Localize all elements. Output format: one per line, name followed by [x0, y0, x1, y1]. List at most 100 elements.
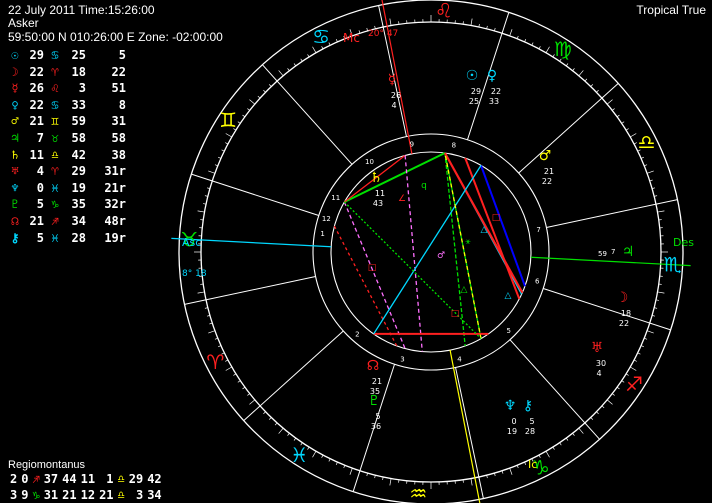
asc-position: 8° 18 [182, 269, 207, 279]
sign-boundary [243, 330, 344, 421]
degree-tick [237, 121, 241, 124]
wheel-neptune-icon: ♆ [504, 398, 517, 414]
house-number: 11 [331, 194, 340, 202]
house-number: 8 [452, 141, 456, 149]
aspect-line [404, 155, 423, 352]
ic-label: Ic [528, 458, 537, 471]
degree-tick [630, 133, 637, 138]
wheel-degree: 22 [491, 87, 501, 96]
degree-tick [649, 179, 653, 182]
house-number: 12 [322, 215, 331, 223]
wheel-degree: 18 [621, 309, 631, 318]
degree-tick [293, 437, 297, 441]
des-label: Des [673, 236, 694, 249]
wheel-moon-icon: ☽ [616, 290, 629, 306]
degree-tick [247, 108, 250, 111]
degree-tick [470, 478, 473, 486]
degree-tick [590, 84, 594, 87]
sign-boundary [262, 64, 353, 165]
house-number: 1 [320, 230, 324, 238]
degree-tick [633, 359, 637, 362]
wheel-minute: 22 [542, 177, 552, 186]
degree-tick [208, 170, 215, 174]
degree-tick [197, 291, 205, 294]
wheel-degree: 0 [511, 417, 516, 426]
wheel-degree: 30 [596, 359, 606, 368]
asc-label: Asc [182, 236, 201, 249]
aquarius-sign-icon: ♒ [409, 482, 427, 503]
wheel-degree: 5 [375, 412, 380, 421]
wheel-node-icon: ☊ [367, 358, 379, 374]
scorpio-sign-icon: ♏ [664, 253, 682, 277]
leo-sign-icon: ♌ [435, 0, 453, 22]
aspect-line [343, 152, 446, 203]
wheel-minute: 33 [489, 97, 499, 106]
sign-boundary [543, 287, 671, 331]
degree-tick [616, 386, 620, 390]
aspect-marker: ⚹ [465, 237, 471, 247]
degree-tick [616, 114, 620, 118]
degree-tick [209, 322, 213, 325]
wheel-mercury-icon: ☿ [388, 72, 397, 88]
wheel-minute: 28 [525, 427, 535, 436]
degree-tick [565, 63, 569, 67]
degree-tick [647, 170, 654, 174]
natal-chart-wheel[interactable]: □□□♂△△q⚹△∠ ♌♋♊♉♈♓♒♑♐♏♎♍123 456789101112Mc… [0, 0, 712, 503]
degree-tick [208, 330, 215, 334]
des-degree: 59 [598, 250, 607, 258]
wheel-degree: 21 [544, 167, 554, 176]
degree-tick [225, 366, 232, 371]
house-number: 9 [410, 141, 414, 149]
wheel-minute: 43 [373, 199, 383, 208]
degree-tick [578, 427, 584, 434]
house-number: 4 [457, 355, 462, 363]
wheel-degree: 29 [471, 87, 481, 96]
degree-tick [538, 46, 541, 50]
wheel-minute: 4 [391, 101, 396, 110]
degree-tick [590, 417, 594, 420]
degree-tick [657, 291, 665, 294]
wheel-degree: 21 [372, 377, 382, 386]
degree-tick [625, 128, 629, 131]
degree-tick [257, 95, 261, 99]
cancer-sign-icon: ♋ [312, 24, 330, 48]
wheel-minute: 4 [596, 369, 601, 378]
degree-tick [225, 359, 229, 362]
degree-tick [237, 380, 241, 383]
degree-tick [225, 142, 229, 145]
house-number: 2 [355, 331, 359, 339]
degree-tick [293, 63, 297, 67]
wheel-degree: 11 [375, 189, 385, 198]
degree-tick [249, 99, 256, 105]
aspect-line [343, 201, 482, 340]
degree-tick [470, 18, 473, 26]
degree-tick [578, 70, 584, 77]
degree-tick [545, 46, 550, 53]
degree-tick [389, 478, 392, 486]
degree-tick [647, 330, 654, 334]
degree-tick [321, 454, 324, 458]
wheel-degree: 5 [529, 417, 534, 426]
wheel-ring [178, 0, 684, 503]
house-number: 5 [507, 327, 511, 335]
degree-tick [278, 427, 284, 434]
des-minute: 7 [611, 248, 615, 256]
degree-tick [307, 54, 310, 58]
degree-tick [606, 99, 613, 105]
aspect-line [343, 201, 406, 349]
degree-tick [389, 18, 392, 26]
wheel-chiron-icon: ⚷ [523, 398, 533, 414]
degree-tick [596, 89, 599, 93]
aspect-line [480, 165, 526, 287]
degree-tick [509, 468, 513, 475]
gemini-sign-icon: ♊ [219, 108, 237, 132]
aspect-marker: ♂ [437, 251, 445, 261]
degree-tick [268, 417, 272, 420]
aspect-marker: △ [461, 285, 468, 295]
degree-tick [630, 366, 637, 371]
aspect-line [464, 157, 521, 300]
degree-tick [225, 133, 232, 138]
wheel-sun-icon: ☉ [466, 68, 479, 84]
degree-tick [552, 446, 555, 450]
wheel-minute: 19 [507, 427, 517, 436]
